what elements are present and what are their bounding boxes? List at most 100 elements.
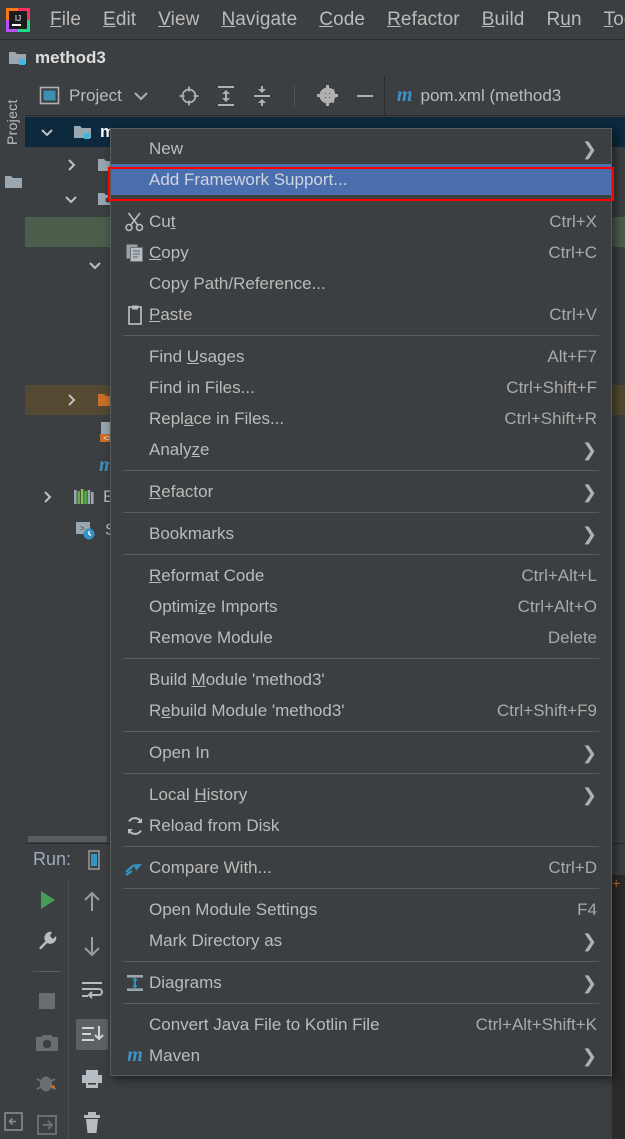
menu-item-accel: Ctrl+Alt+O <box>517 596 597 616</box>
menu-item-cut[interactable]: Cut Ctrl+X <box>111 206 611 237</box>
menu-item-convert-java-to-kotlin[interactable]: Convert Java File to Kotlin File Ctrl+Al… <box>111 1009 611 1040</box>
chevron-right-icon: ❯ <box>581 138 597 159</box>
chevron-right-icon[interactable] <box>39 489 55 505</box>
menu-item-replace-in-files[interactable]: Replace in Files... Ctrl+Shift+R <box>111 403 611 434</box>
libraries-icon <box>73 487 95 507</box>
menu-item-optimize-imports[interactable]: Optimize Imports Ctrl+Alt+O <box>111 591 611 622</box>
scroll-to-end-icon[interactable] <box>75 1018 108 1051</box>
menu-separator <box>123 554 599 555</box>
chevron-down-icon[interactable] <box>39 124 55 140</box>
chevron-down-icon[interactable] <box>87 257 103 273</box>
menu-item-label: Optimize Imports <box>149 596 278 616</box>
stop-icon[interactable] <box>31 988 63 1015</box>
menu-item-rebuild-module[interactable]: Rebuild Module 'method3' Ctrl+Shift+F9 <box>111 695 611 726</box>
menu-item-refactor[interactable]: Refactor ❯ <box>111 476 611 507</box>
tool-tab-project[interactable]: Project <box>0 82 25 162</box>
menu-item-label: Cut <box>149 211 176 231</box>
wrench-icon[interactable] <box>31 927 63 954</box>
menu-item-copy[interactable]: Copy Ctrl+C <box>111 237 611 268</box>
chevron-right-icon: ❯ <box>581 1045 597 1066</box>
menu-item-analyze[interactable]: Analyze ❯ <box>111 434 611 465</box>
menu-file[interactable]: FFileile <box>39 6 92 34</box>
chevron-down-icon[interactable] <box>63 191 79 207</box>
splitter-grip[interactable] <box>28 836 107 842</box>
run-icon[interactable] <box>31 886 63 913</box>
chevron-right-icon: ❯ <box>581 742 597 763</box>
menu-item-mark-directory-as[interactable]: Mark Directory as ❯ <box>111 925 611 956</box>
scratches-icon: > <box>75 520 97 540</box>
menu-item-accel: Ctrl+Shift+R <box>504 408 597 428</box>
menu-separator <box>123 512 599 513</box>
run-right-toolbar <box>68 879 114 1139</box>
arrow-up-icon[interactable] <box>76 886 108 917</box>
menu-item-find-in-files[interactable]: Find in Files... Ctrl+Shift+F <box>111 372 611 403</box>
menu-item-maven[interactable]: m Maven ❯ <box>111 1040 611 1071</box>
chevron-right-icon[interactable] <box>63 157 79 173</box>
menu-item-paste[interactable]: Paste Ctrl+V <box>111 299 611 330</box>
menu-item-open-in[interactable]: Open In ❯ <box>111 737 611 768</box>
menu-item-reload-from-disk[interactable]: Reload from Disk <box>111 810 611 841</box>
menu-refactor[interactable]: Refactor <box>376 6 471 34</box>
menu-item-new[interactable]: New ❯ <box>111 133 611 164</box>
menu-run[interactable]: Run <box>535 6 592 34</box>
trash-icon[interactable] <box>76 1108 108 1139</box>
menu-item-find-usages[interactable]: Find Usages Alt+F7 <box>111 341 611 372</box>
menu-item-remove-module[interactable]: Remove Module Delete <box>111 622 611 653</box>
menu-separator <box>123 335 599 336</box>
menu-item-label: Open In <box>149 742 210 762</box>
menu-item-label: Copy <box>149 242 189 262</box>
chevron-down-icon[interactable] <box>134 91 148 101</box>
expand-all-icon[interactable] <box>216 85 236 107</box>
menu-item-build-module[interactable]: Build Module 'method3' <box>111 664 611 695</box>
menu-code[interactable]: Code <box>308 6 376 34</box>
export-icon[interactable] <box>31 1112 63 1139</box>
context-menu: New ❯ Add Framework Support... Cut Ctrl+… <box>110 128 612 1076</box>
menu-item-bookmarks[interactable]: Bookmarks ❯ <box>111 518 611 549</box>
menu-item-accel: Ctrl+Shift+F <box>506 377 597 397</box>
menu-build[interactable]: Build <box>471 6 536 34</box>
hide-icon[interactable] <box>354 85 376 107</box>
print-icon[interactable] <box>76 1063 108 1094</box>
menu-item-label: Mark Directory as <box>149 930 283 950</box>
camera-icon[interactable] <box>31 1029 63 1056</box>
menu-item-compare-with[interactable]: Compare With... Ctrl+D <box>111 852 611 883</box>
chevron-right-icon[interactable] <box>63 392 79 408</box>
menu-item-add-framework-support[interactable]: Add Framework Support... <box>111 164 611 195</box>
soft-wrap-icon[interactable] <box>76 975 108 1006</box>
menu-separator <box>123 658 599 659</box>
editor-tab-label: pom.xml (method3 <box>420 85 562 105</box>
ide-window: IJ FFileile Edit View Navigate Code Refa… <box>0 0 625 1139</box>
menu-separator <box>123 731 599 732</box>
menu-item-reformat-code[interactable]: Reformat Code Ctrl+Alt+L <box>111 560 611 591</box>
menu-item-accel: F4 <box>577 899 597 919</box>
menu-item-label: Copy Path/Reference... <box>149 273 326 293</box>
scissors-icon <box>121 212 149 232</box>
settings-gear-icon[interactable] <box>316 85 338 106</box>
menu-edit[interactable]: Edit <box>92 6 147 34</box>
menu-view[interactable]: View <box>147 6 210 34</box>
restore-layout-icon[interactable] <box>4 1112 23 1131</box>
editor-tab-pom-xml[interactable]: m pom.xml (method3 <box>397 84 561 107</box>
menu-tools[interactable]: Tools <box>593 6 625 34</box>
menu-item-accel: Alt+F7 <box>547 346 597 366</box>
menu-item-open-module-settings[interactable]: Open Module Settings F4 <box>111 894 611 925</box>
maven-m-icon: m <box>127 1044 143 1066</box>
menu-item-local-history[interactable]: Local History ❯ <box>111 779 611 810</box>
menu-item-label: Compare With... <box>149 857 272 877</box>
menu-item-label: Paste <box>149 304 193 324</box>
project-name-label: method3 <box>35 48 106 67</box>
debug-icon[interactable] <box>31 1070 63 1097</box>
menu-item-copy-path-reference[interactable]: Copy Path/Reference... <box>111 268 611 299</box>
locate-icon[interactable] <box>178 85 200 107</box>
menu-item-diagrams[interactable]: Diagrams ❯ <box>111 967 611 998</box>
reload-icon <box>121 816 149 836</box>
collapse-all-icon[interactable] <box>252 85 272 107</box>
project-view-icon[interactable] <box>39 85 60 106</box>
menu-item-label: Open Module Settings <box>149 899 318 919</box>
arrow-down-icon[interactable] <box>76 930 108 961</box>
menu-item-accel: Ctrl+X <box>549 211 597 231</box>
run-configuration-tab[interactable] <box>86 849 102 870</box>
menu-item-label: Analyze <box>149 439 210 459</box>
menu-navigate[interactable]: Navigate <box>210 6 308 34</box>
structure-folder-icon[interactable] <box>5 174 22 190</box>
